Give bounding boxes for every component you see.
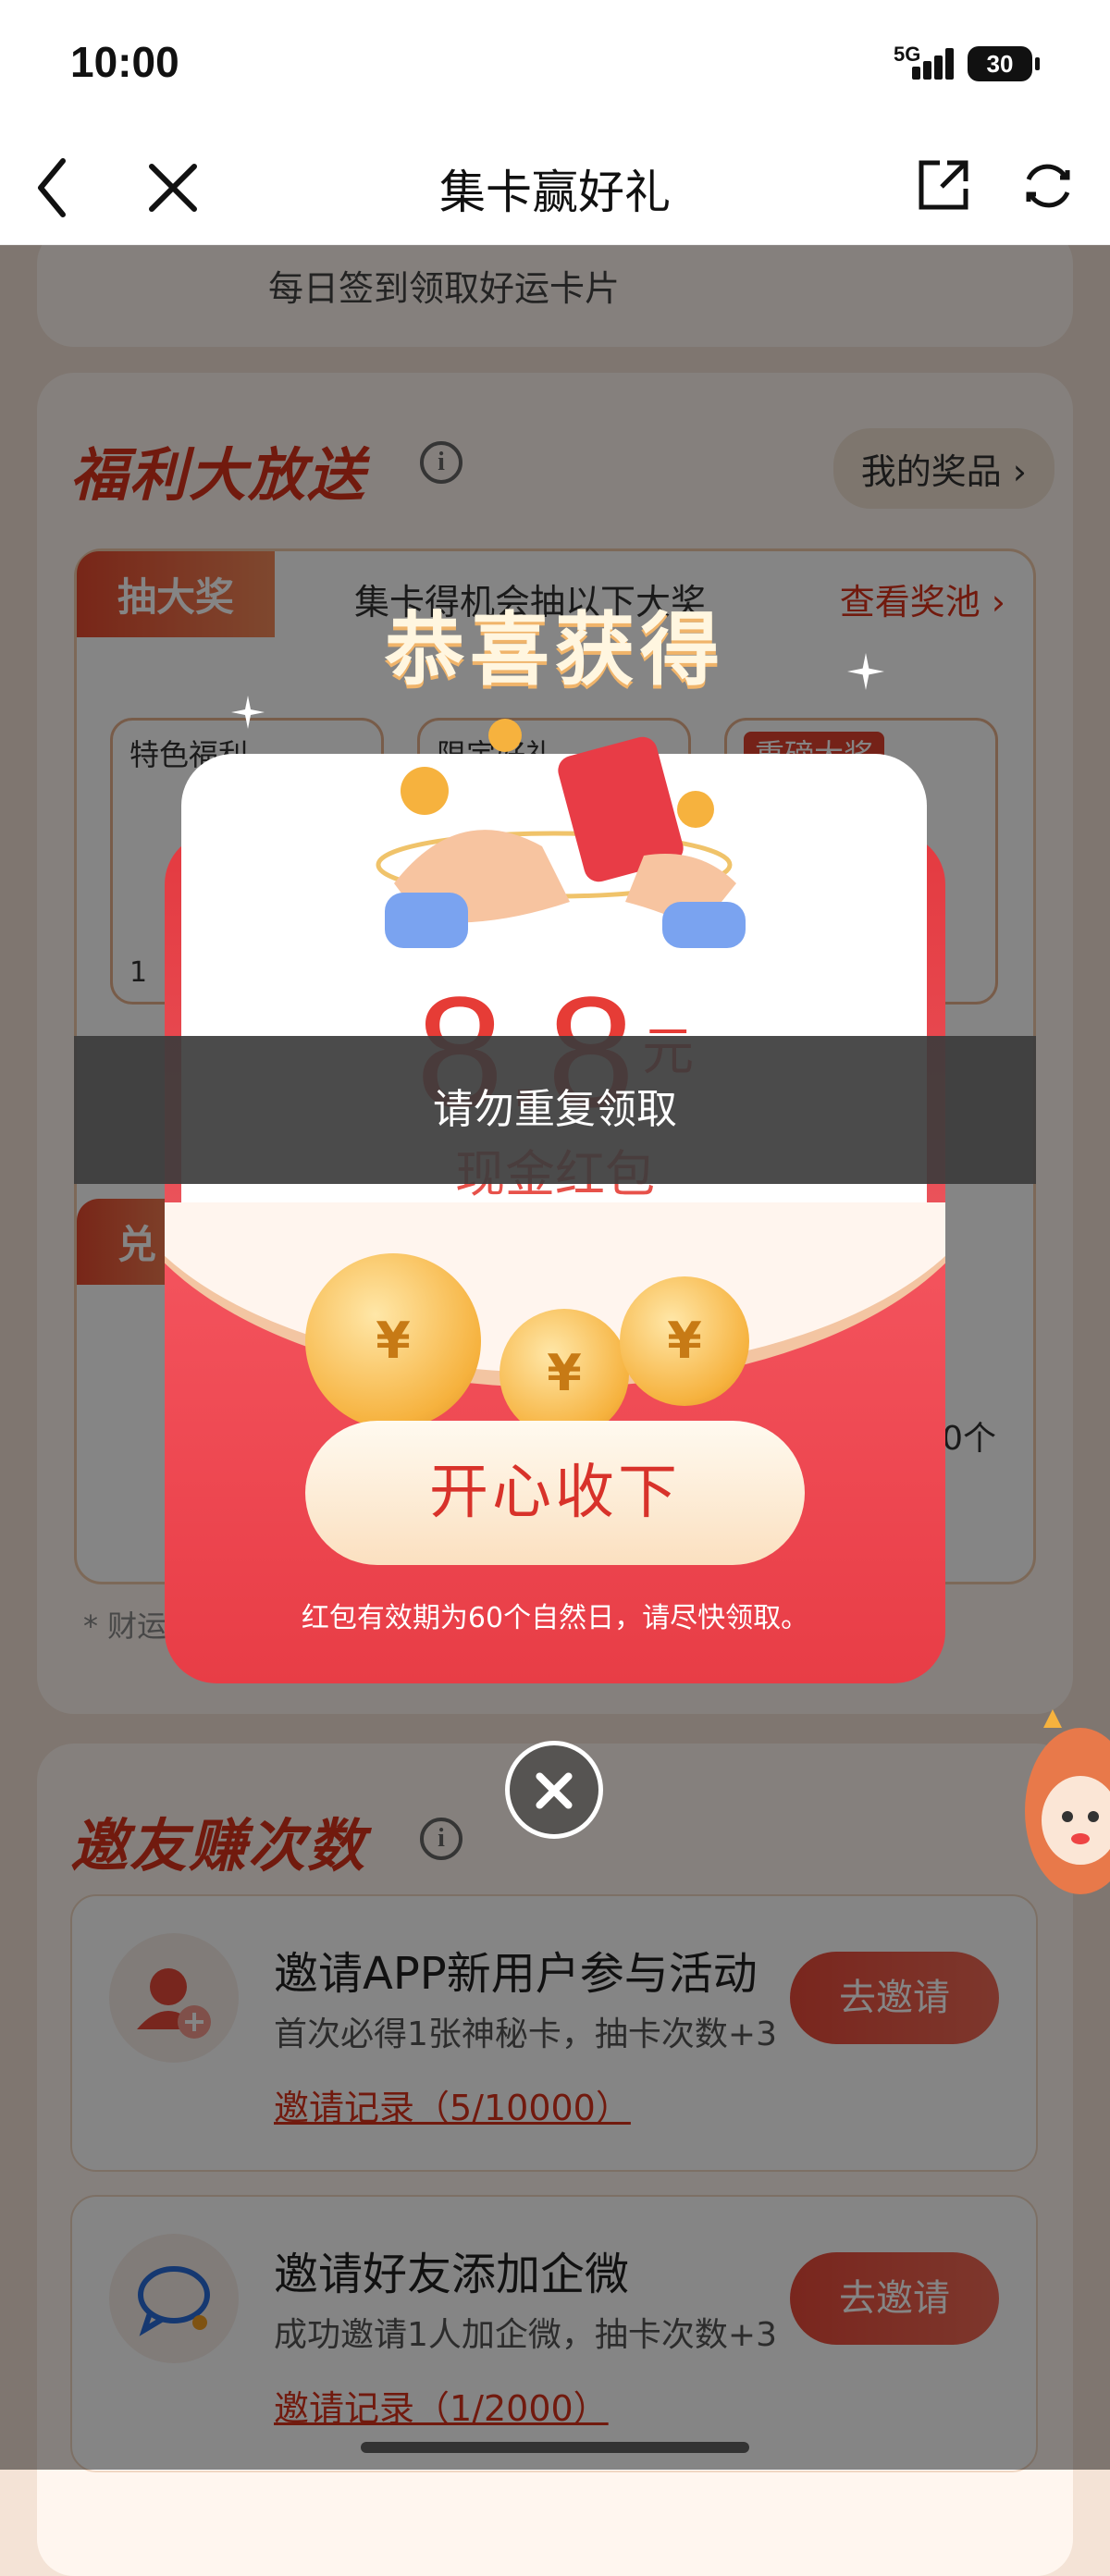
status-bar: 10:00 5G 30 bbox=[0, 0, 1110, 129]
home-indicator[interactable] bbox=[361, 2442, 749, 2453]
coin-icon: ¥ bbox=[500, 1309, 629, 1438]
hands-red-packet-icon bbox=[376, 719, 746, 948]
coin-icon: ¥ bbox=[620, 1276, 749, 1406]
nav-bar: 集卡赢好礼 bbox=[0, 129, 1110, 245]
mascot-icon[interactable] bbox=[1016, 1709, 1110, 1904]
accept-button[interactable]: 开心收下 bbox=[305, 1421, 805, 1565]
share-icon[interactable] bbox=[916, 157, 971, 216]
coin-icon: ¥ bbox=[305, 1253, 481, 1429]
network-type: 5G bbox=[894, 43, 921, 66]
sparkle-icon bbox=[231, 696, 265, 733]
modal-close-icon[interactable] bbox=[505, 1741, 603, 1839]
battery-icon: 30 bbox=[968, 46, 1040, 81]
coin-symbol: ¥ bbox=[667, 1312, 702, 1370]
status-time: 10:00 bbox=[70, 38, 179, 86]
toast-message: 请勿重复领取 bbox=[74, 1036, 1036, 1184]
sparkle-icon bbox=[847, 653, 884, 694]
modal-heading: 恭喜获得 bbox=[385, 604, 725, 696]
coin-symbol: ¥ bbox=[376, 1312, 411, 1370]
refresh-icon[interactable] bbox=[1019, 157, 1077, 218]
validity-note: 红包有效期为60个自然日，请尽快领取。 bbox=[301, 1602, 809, 1634]
coin-symbol: ¥ bbox=[547, 1344, 582, 1402]
